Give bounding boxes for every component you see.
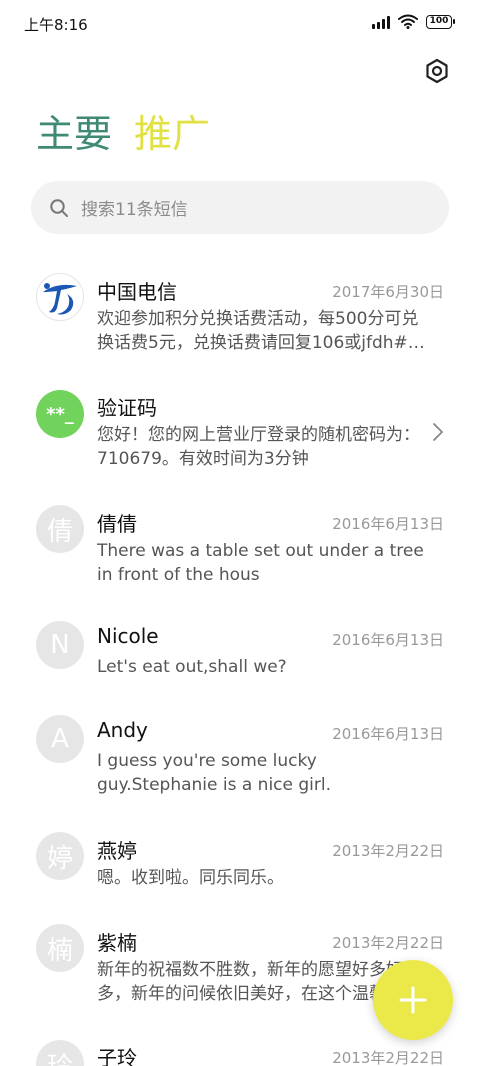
chevron-right-icon <box>433 423 443 441</box>
message-item[interactable]: N Nicole 2016年6月13日 Let's eat out,shall … <box>0 620 480 686</box>
avatar: 婷 <box>36 832 84 880</box>
wifi-icon <box>398 14 418 29</box>
message-item[interactable]: 婷 燕婷 2013年2月22日 嗯。收到啦。同乐同乐。 <box>0 831 480 897</box>
message-date: 2016年6月13日 <box>332 725 444 743</box>
avatar: A <box>36 715 84 763</box>
message-preview: There was a table set out under a tree i… <box>97 541 424 585</box>
avatar: 倩 <box>36 505 84 553</box>
status-icons: 100 <box>372 14 455 29</box>
hexagon-gear-icon <box>426 58 448 84</box>
message-date: 2013年2月22日 <box>332 1049 444 1066</box>
settings-button[interactable] <box>420 54 454 88</box>
search-input[interactable]: 搜索11条短信 <box>31 181 449 234</box>
status-time: 上午8:16 <box>24 16 88 34</box>
message-date: 2016年6月13日 <box>332 515 444 533</box>
message-date: 2013年2月22日 <box>332 934 444 952</box>
message-item[interactable]: A Andy 2016年6月13日 I guess you're some lu… <box>0 714 480 804</box>
search-icon <box>50 198 68 217</box>
message-item[interactable]: 中国电信 2017年6月30日 欢迎参加积分兑换话费活动，每500分可兑 换话费… <box>0 272 480 372</box>
signal-icon <box>372 15 390 29</box>
message-item[interactable]: **_ 验证码 您好！您的网上营业厅登录的随机密码为： 710679。有效时间为… <box>0 390 480 480</box>
plus-icon <box>399 986 427 1014</box>
message-preview: Let's eat out,shall we? <box>97 657 287 677</box>
avatar <box>36 273 84 321</box>
message-sender: Nicole <box>97 624 159 648</box>
avatar: N <box>36 621 84 669</box>
message-date: 2016年6月13日 <box>332 631 444 649</box>
message-preview: 嗯。收到啦。同乐同乐。 <box>97 868 284 888</box>
china-telecom-logo-icon <box>43 283 77 315</box>
message-sender: 验证码 <box>97 396 157 420</box>
message-sender: 燕婷 <box>97 839 137 863</box>
message-sender: 紫楠 <box>97 931 137 955</box>
message-preview: 欢迎参加积分兑换话费活动，每500分可兑 换话费5元，兑换话费请回复106或jf… <box>97 309 425 353</box>
message-sender: 倩倩 <box>97 512 137 536</box>
message-date: 2013年2月22日 <box>332 842 444 860</box>
tab-promotions[interactable]: 推广 <box>134 108 210 160</box>
message-sender: 中国电信 <box>97 280 177 304</box>
avatar: 楠 <box>36 924 84 972</box>
message-item[interactable]: 倩 倩倩 2016年6月13日 There was a table set ou… <box>0 504 480 594</box>
message-preview: 您好！您的网上营业厅登录的随机密码为： 710679。有效时间为3分钟 <box>97 425 420 469</box>
tab-bar: 主要 推广 <box>36 108 210 160</box>
message-sender: 子玲 <box>97 1046 137 1066</box>
tab-primary[interactable]: 主要 <box>36 108 112 160</box>
status-bar: 上午8:16 100 <box>0 0 480 46</box>
avatar: **_ <box>36 390 84 438</box>
message-preview: I guess you're some lucky guy.Stephanie … <box>97 751 332 795</box>
search-placeholder: 搜索11条短信 <box>81 200 188 220</box>
compose-button[interactable] <box>373 960 453 1040</box>
message-sender: Andy <box>97 718 148 742</box>
avatar: 玲 <box>36 1040 84 1066</box>
message-item[interactable]: 玲 子玲 2013年2月22日 <box>0 1040 480 1066</box>
battery-icon: 100 <box>426 14 455 29</box>
message-date: 2017年6月30日 <box>332 283 444 301</box>
